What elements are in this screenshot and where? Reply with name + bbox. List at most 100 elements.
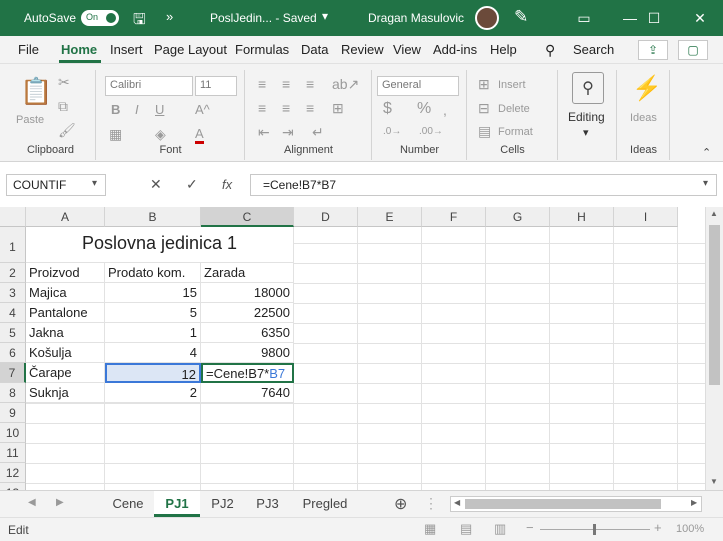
select-all-corner[interactable] xyxy=(0,207,26,227)
ideas-icon[interactable]: ⚡ xyxy=(632,74,662,103)
increase-decimal-icon[interactable]: .0→ xyxy=(383,126,401,137)
column-header-f[interactable]: F xyxy=(422,207,486,227)
menu-review[interactable]: Review xyxy=(341,42,384,57)
avatar[interactable] xyxy=(475,6,499,30)
menu-help[interactable]: Help xyxy=(490,42,517,57)
row-header-3[interactable]: 3 xyxy=(0,283,26,303)
delete-cells-button[interactable]: Delete xyxy=(498,103,530,115)
sheet-tab-pj1[interactable]: PJ1 xyxy=(154,491,200,517)
expand-formula-icon[interactable]: ▾ xyxy=(703,178,708,189)
horizontal-scrollbar[interactable]: ◀ ▶ xyxy=(450,496,702,512)
zoom-in-icon[interactable]: + xyxy=(654,520,662,535)
row-header-5[interactable]: 5 xyxy=(0,323,26,343)
page-break-view-icon[interactable]: ▥ xyxy=(494,521,506,537)
search-label[interactable]: Search xyxy=(573,42,614,57)
bold-button[interactable]: B xyxy=(111,102,120,117)
row-header-7[interactable]: 7 xyxy=(0,363,26,383)
cell-b8[interactable]: 2 xyxy=(105,383,201,403)
menu-add-ins[interactable]: Add-ins xyxy=(433,42,477,57)
decrease-indent-icon[interactable]: ⇤ xyxy=(258,124,270,141)
menu-file[interactable]: File xyxy=(18,42,39,57)
cell-c6[interactable]: 9800 xyxy=(201,343,294,363)
worksheet-grid[interactable]: A B C D E F G H I 1 2 3 4 5 6 7 8 9 10 1… xyxy=(0,207,705,490)
name-box[interactable]: COUNTIF xyxy=(6,174,106,196)
cell-a3[interactable]: Majica xyxy=(26,283,105,303)
collapse-ribbon-icon[interactable]: ⌃ xyxy=(702,146,711,159)
cell-c5[interactable]: 6350 xyxy=(201,323,294,343)
pen-icon[interactable]: ✎ xyxy=(514,7,528,27)
row-header-2[interactable]: 2 xyxy=(0,263,26,283)
insert-function-icon[interactable]: fx xyxy=(222,177,232,192)
fill-color-icon[interactable]: ◈ xyxy=(155,126,166,143)
page-layout-view-icon[interactable]: ▤ xyxy=(460,521,472,537)
header-cell-b2[interactable]: Prodato kom. xyxy=(105,263,201,283)
h-scroll-thumb[interactable] xyxy=(465,499,661,509)
maximize-button[interactable]: ☐ xyxy=(631,0,677,36)
sheet-tab-pregled[interactable]: Pregled xyxy=(290,491,360,517)
share-icon[interactable]: ⇪ xyxy=(638,40,668,60)
font-color-button[interactable]: A xyxy=(195,126,204,144)
format-cells-icon[interactable]: ▤ xyxy=(478,123,491,140)
middle-align-icon[interactable]: ≡ xyxy=(282,76,290,92)
more-commands-icon[interactable]: » xyxy=(166,9,173,24)
column-header-e[interactable]: E xyxy=(358,207,422,227)
ribbon-display-icon[interactable]: ▭ xyxy=(561,0,607,36)
scroll-left-icon[interactable]: ◀ xyxy=(454,498,460,507)
cell-a6[interactable]: Košulja xyxy=(26,343,105,363)
increase-indent-icon[interactable]: ⇥ xyxy=(282,124,294,141)
center-icon[interactable]: ≡ xyxy=(282,100,290,116)
row-header-13[interactable]: 13 xyxy=(0,483,26,490)
column-header-a[interactable]: A xyxy=(26,207,105,227)
wrap-text-icon[interactable]: ↵ xyxy=(312,124,324,141)
font-name-select[interactable]: Calibri xyxy=(105,76,193,96)
cell-b5[interactable]: 1 xyxy=(105,323,201,343)
scroll-up-icon[interactable]: ▲ xyxy=(710,209,718,218)
cell-c4[interactable]: 22500 xyxy=(201,303,294,323)
row-header-8[interactable]: 8 xyxy=(0,383,26,403)
scroll-down-icon[interactable]: ▼ xyxy=(710,477,718,486)
search-icon[interactable]: ⚲ xyxy=(572,72,604,104)
vertical-scrollbar[interactable]: ▲ ▼ xyxy=(705,207,723,490)
cell-b7-referenced[interactable]: 12 xyxy=(105,363,201,383)
save-icon[interactable]: 🖫 xyxy=(133,9,146,34)
menu-insert[interactable]: Insert xyxy=(110,42,143,57)
insert-cells-button[interactable]: Insert xyxy=(498,79,526,91)
format-painter-icon[interactable]: 🖌 xyxy=(58,122,76,139)
zoom-level[interactable]: 100% xyxy=(676,523,704,535)
borders-icon[interactable]: ▦ xyxy=(109,126,122,143)
zoom-slider-thumb[interactable] xyxy=(593,524,596,535)
align-right-icon[interactable]: ≡ xyxy=(306,100,314,116)
copy-icon[interactable]: ⧉ xyxy=(58,98,68,115)
font-size-select[interactable]: 11 xyxy=(195,76,237,96)
menu-data[interactable]: Data xyxy=(301,42,328,57)
user-name[interactable]: Dragan Masulovic xyxy=(368,11,464,25)
sheet-title-cell[interactable]: Poslovna jedinica 1 xyxy=(26,227,294,263)
header-cell-a2[interactable]: Proizvod xyxy=(26,263,105,283)
row-header-1[interactable]: 1 xyxy=(0,227,26,263)
row-header-12[interactable]: 12 xyxy=(0,463,26,483)
percent-icon[interactable]: % xyxy=(417,100,431,118)
top-align-icon[interactable]: ≡ xyxy=(258,76,266,92)
sheet-tab-pj2[interactable]: PJ2 xyxy=(200,491,245,517)
italic-button[interactable]: I xyxy=(135,102,139,117)
prev-sheet-icon[interactable]: ◀ xyxy=(28,497,36,508)
search-icon[interactable]: ⚲ xyxy=(545,42,555,59)
sheet-tab-cene[interactable]: Cene xyxy=(102,491,154,517)
autosave-toggle[interactable]: On xyxy=(81,10,119,26)
column-header-i[interactable]: I xyxy=(614,207,678,227)
normal-view-icon[interactable]: ▦ xyxy=(424,521,436,537)
menu-home[interactable]: Home xyxy=(61,42,97,57)
decrease-decimal-icon[interactable]: .00→ xyxy=(419,126,443,137)
orientation-icon[interactable]: ab↗ xyxy=(332,76,359,93)
row-header-9[interactable]: 9 xyxy=(0,403,26,423)
comments-icon[interactable]: ▢ xyxy=(678,40,708,60)
cell-c3[interactable]: 18000 xyxy=(201,283,294,303)
menu-view[interactable]: View xyxy=(393,42,421,57)
close-button[interactable]: ✕ xyxy=(677,0,723,36)
insert-cells-icon[interactable]: ⊞ xyxy=(478,76,490,93)
row-header-4[interactable]: 4 xyxy=(0,303,26,323)
cell-b3[interactable]: 15 xyxy=(105,283,201,303)
underline-button[interactable]: U xyxy=(155,102,164,117)
number-format-select[interactable]: General xyxy=(377,76,459,96)
menu-formulas[interactable]: Formulas xyxy=(235,42,289,57)
